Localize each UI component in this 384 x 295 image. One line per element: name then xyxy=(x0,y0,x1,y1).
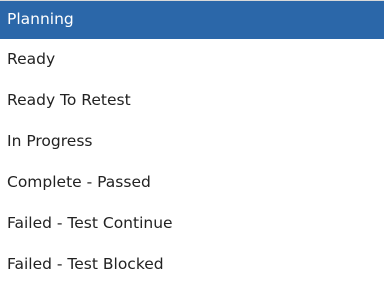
status-option-failed-test-blocked[interactable]: Failed - Test Blocked xyxy=(0,244,384,285)
status-option-ready-to-retest[interactable]: Ready To Retest xyxy=(0,80,384,121)
status-dropdown-list: Planning Ready Ready To Retest In Progre… xyxy=(0,0,384,295)
status-option-planning[interactable]: Planning xyxy=(0,1,384,39)
status-option-ready[interactable]: Ready xyxy=(0,39,384,80)
status-option-complete-passed[interactable]: Complete - Passed xyxy=(0,162,384,203)
status-option-in-progress[interactable]: In Progress xyxy=(0,121,384,162)
status-option-failed-test-continue[interactable]: Failed - Test Continue xyxy=(0,203,384,244)
